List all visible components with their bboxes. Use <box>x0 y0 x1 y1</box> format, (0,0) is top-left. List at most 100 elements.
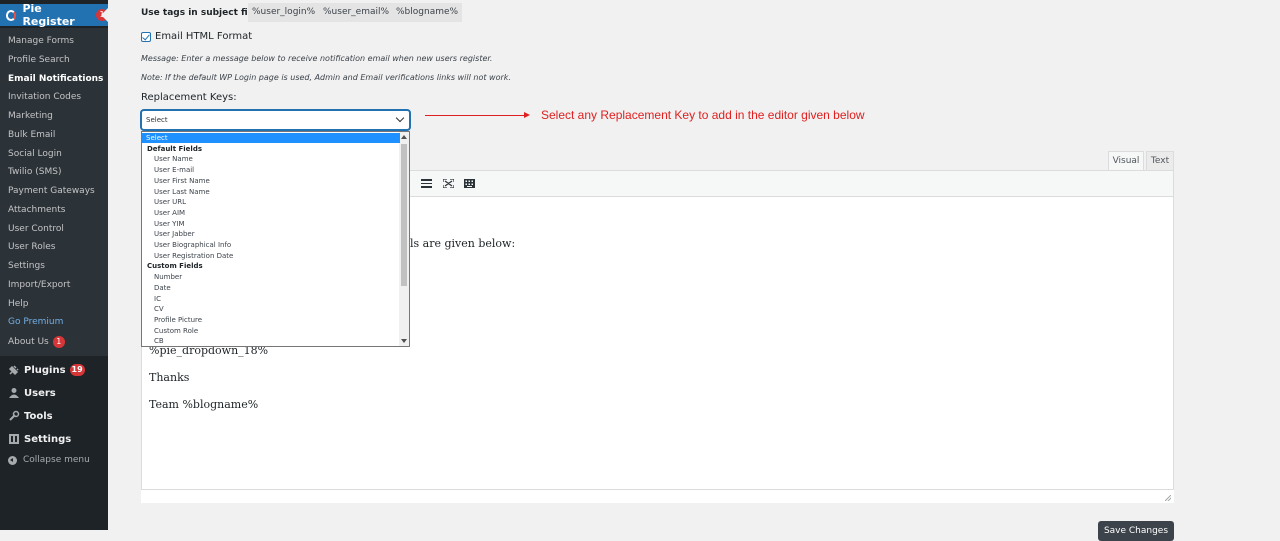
sidebar-subitem-go-premium[interactable]: Go Premium <box>8 317 63 327</box>
sidebar-subitem-label: Profile Search <box>8 54 70 65</box>
plugin-icon <box>8 365 19 376</box>
dropdown-option[interactable]: User URL <box>142 197 409 207</box>
dropdown-option[interactable]: User Biographical Info <box>142 240 409 250</box>
collapse-arrow-icon <box>8 455 17 465</box>
dropdown-option[interactable]: User E-mail <box>142 165 409 175</box>
sidebar-item-label: Pie Register <box>22 2 75 28</box>
message-note: Message: Enter a message below to receiv… <box>141 54 493 63</box>
dropdown-option[interactable]: Date <box>142 283 409 293</box>
dropdown-option[interactable]: Profile Picture <box>142 315 409 325</box>
annotation-arrow <box>425 115 525 116</box>
select-value: Select <box>146 116 168 124</box>
dropdown-option-select[interactable]: Select <box>142 133 400 143</box>
keyboard-icon[interactable] <box>464 179 475 188</box>
sidebar-subitem-import-export[interactable]: Import/Export <box>8 280 70 290</box>
annotation-text: Select any Replacement Key to add in the… <box>541 108 865 122</box>
editor-line: Team %blogname% <box>149 398 259 411</box>
dropdown-option[interactable]: User First Name <box>142 176 409 186</box>
sidebar-subitem-twilio-sms[interactable]: Twilio (SMS) <box>8 167 61 177</box>
sidebar-subitem-label: Payment Gateways <box>8 186 95 196</box>
sidebar-item-users[interactable]: Users <box>8 387 56 399</box>
wrench-icon <box>9 410 20 421</box>
sidebar-subitem-about-us[interactable]: About Us 1 <box>8 336 65 348</box>
about-us-badge: 1 <box>52 336 65 348</box>
settings-icon <box>9 434 19 444</box>
tag-chip[interactable]: %blogname% <box>392 3 463 22</box>
dropdown-option[interactable]: User Last Name <box>142 187 409 197</box>
sidebar-subitem-label: Help <box>8 298 29 309</box>
read-more-icon[interactable] <box>421 179 432 188</box>
replacement-keys-dropdown[interactable]: Select Default Fields User Name User E-mail… <box>141 131 410 347</box>
sidebar-item-label: Settings <box>24 433 72 445</box>
sidebar-item-label: Tools <box>24 410 53 422</box>
sidebar-subitem-payment-gateways[interactable]: Payment Gateways <box>8 186 95 196</box>
sidebar-subitem-label: Manage Forms <box>8 36 74 46</box>
sidebar-subitem-attachments[interactable]: Attachments <box>8 205 65 215</box>
dropdown-optgroup: Custom Fields <box>147 262 203 271</box>
tag-chip[interactable]: %user_email% <box>319 3 394 22</box>
users-icon <box>9 388 19 398</box>
sidebar-subitem-user-control[interactable]: User Control <box>8 224 64 234</box>
tag-chip[interactable]: %user_login% <box>248 3 320 22</box>
sidebar-subitem-user-roles[interactable]: User Roles <box>8 242 55 252</box>
sidebar-subitem-label: Email Notifications <box>8 73 104 84</box>
collapse-menu-button[interactable]: Collapse menu <box>8 455 90 465</box>
dropdown-option[interactable]: IC <box>142 294 409 304</box>
dropdown-option[interactable]: User Jabber <box>142 229 409 239</box>
sidebar-subitem-help[interactable]: Help <box>8 299 29 309</box>
chevron-down-icon <box>395 113 405 123</box>
sidebar-item-tools[interactable]: Tools <box>8 410 53 422</box>
save-changes-button[interactable]: Save Changes <box>1098 521 1174 541</box>
sidebar-subitem-profile-search[interactable]: Profile Search <box>8 55 70 65</box>
editor-statusbar <box>141 489 1174 503</box>
sidebar-subitem-label: Bulk Email <box>8 129 56 140</box>
sidebar-subitem-label: Invitation Codes <box>8 92 82 103</box>
sidebar-subitem-label: Marketing <box>8 111 53 121</box>
sidebar-subitem-manage-forms[interactable]: Manage Forms <box>8 36 74 46</box>
plugins-count-badge: 19 <box>69 364 85 376</box>
dropdown-option[interactable]: User AIM <box>142 208 409 218</box>
dropdown-option[interactable]: Number <box>142 272 409 282</box>
sidebar-subitem-label: Social Login <box>8 148 62 159</box>
sidebar-subitem-label: About Us <box>8 337 49 347</box>
sidebar-subitem-bulk-email[interactable]: Bulk Email <box>8 130 55 140</box>
admin-sidebar: Pie Register 1 Manage Forms Profile Searc… <box>0 0 108 530</box>
email-html-format-label: Email HTML Format <box>155 31 253 42</box>
resize-handle-icon[interactable] <box>1165 495 1171 501</box>
sidebar-subitem-label: Twilio (SMS) <box>8 167 62 178</box>
sidebar-item-label: Plugins <box>24 364 66 376</box>
sidebar-subitem-label: Settings <box>8 261 45 271</box>
dropdown-option[interactable]: CB <box>142 336 409 346</box>
sidebar-subitem-label: Attachments <box>8 204 66 215</box>
fullscreen-icon[interactable] <box>443 179 454 188</box>
sidebar-subitem-label: User Roles <box>8 242 56 253</box>
sidebar-item-pie-register[interactable]: Pie Register 1 <box>0 2 108 28</box>
sidebar-subitem-social-login[interactable]: Social Login <box>8 149 62 159</box>
editor-line: Thanks <box>149 371 190 384</box>
scroll-up-arrow-icon[interactable] <box>401 135 407 139</box>
sidebar-subitem-label: Go Premium <box>8 317 64 328</box>
sidebar-item-settings[interactable]: Settings <box>8 433 71 445</box>
login-note: Note: If the default WP Login page is us… <box>141 73 511 82</box>
sidebar-subitem-label: User Control <box>8 223 64 234</box>
replacement-keys-label: Replacement Keys: <box>141 92 237 103</box>
sidebar-subitem-invitation-codes[interactable]: Invitation Codes <box>8 92 81 102</box>
dropdown-option[interactable]: User YIM <box>142 219 409 229</box>
editor-line: ls are given below: <box>410 237 516 250</box>
sidebar-item-plugins[interactable]: Plugins 19 <box>8 364 85 376</box>
email-html-format-checkbox[interactable] <box>141 32 151 42</box>
dropdown-option[interactable]: User Name <box>142 154 409 164</box>
sidebar-subitem-settings[interactable]: Settings <box>8 261 45 271</box>
sidebar-subitem-marketing[interactable]: Marketing <box>8 111 53 121</box>
tab-visual[interactable]: Visual <box>1108 151 1144 170</box>
tab-text[interactable]: Text <box>1146 151 1174 170</box>
pie-register-submenu: Manage Forms Profile Search Email Notifica… <box>0 28 108 356</box>
sidebar-subitem-email-notifications[interactable]: Email Notifications <box>8 74 103 84</box>
update-count-badge: 1 <box>96 9 108 21</box>
replacement-keys-select[interactable]: Select <box>141 110 410 130</box>
dropdown-option[interactable]: CV <box>142 304 409 314</box>
dropdown-optgroup: Default Fields <box>147 144 202 153</box>
dropdown-option[interactable]: Custom Role <box>142 326 409 336</box>
arrow-right-icon <box>524 112 530 118</box>
dropdown-option[interactable]: User Registration Date <box>142 251 409 261</box>
